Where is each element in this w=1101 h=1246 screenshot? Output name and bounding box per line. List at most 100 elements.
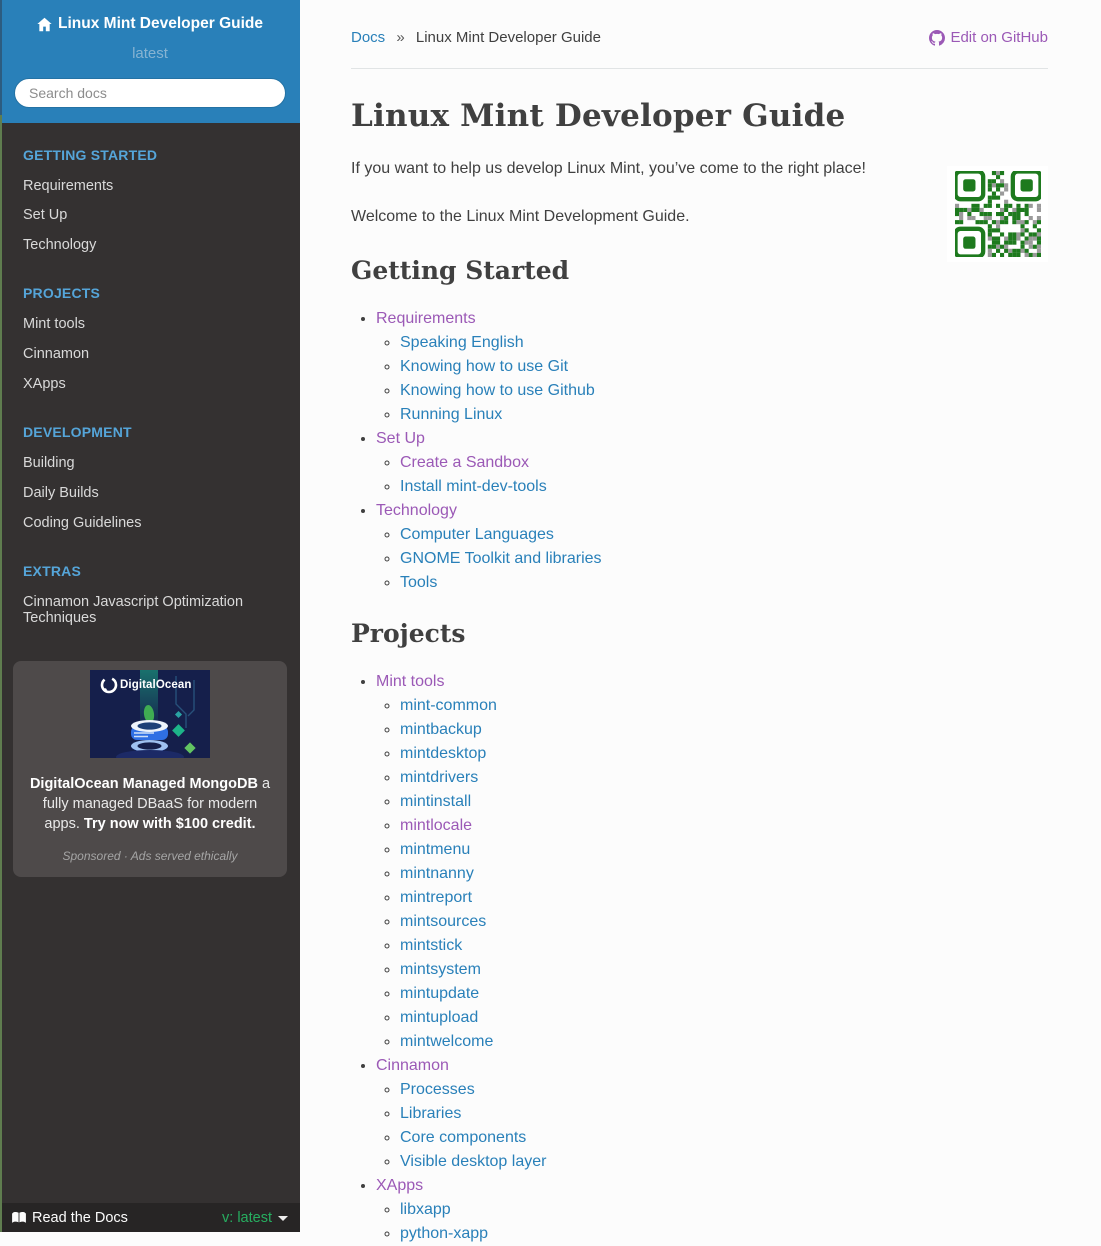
readthedocs-brand[interactable]: Read the Docs (12, 1210, 128, 1226)
digitalocean-logo-text: DigitalOcean (120, 678, 192, 691)
doc-link-mintsources[interactable]: mintsources (400, 913, 486, 930)
doc-link-running-linux[interactable]: Running Linux (400, 406, 502, 423)
ad-cta: Try now with $100 credit. (83, 815, 256, 832)
sidebar-item-cinnamon-javascript-optimization-techniques[interactable]: Cinnamon Javascript Optimization Techniq… (0, 588, 300, 634)
list-item: XApps libxapp python-xapp (376, 1174, 1048, 1246)
list-item: Libraries (400, 1102, 1048, 1126)
section-heading: Getting Started (351, 256, 570, 285)
doc-link-visible-desktop-layer[interactable]: Visible desktop layer (400, 1153, 546, 1170)
intro-paragraph-1: If you want to help us develop Linux Min… (351, 160, 866, 177)
sidebar-item-xapps[interactable]: XApps (0, 370, 300, 400)
doc-link-mint-common[interactable]: mint-common (400, 697, 497, 714)
sidebar-nav-item: XApps (0, 370, 300, 400)
list-item: Mint tools mint-common mintbackup mintdeskt… (376, 670, 1048, 1054)
list-item: Create a Sandbox (400, 451, 1048, 475)
doc-link-mintsystem[interactable]: mintsystem (400, 961, 481, 978)
doc-link-core-components[interactable]: Core components (400, 1129, 526, 1146)
section-heading: Projects (351, 619, 466, 648)
doc-link-technology[interactable]: Technology (376, 502, 457, 519)
version-label: latest (132, 44, 168, 62)
doc-link-mintmenu[interactable]: mintmenu (400, 841, 470, 858)
doc-link-mintreport[interactable]: mintreport (400, 889, 472, 906)
project-title-label: Linux Mint Developer Guide (58, 15, 263, 32)
version-switcher[interactable]: v: latest (222, 1210, 288, 1226)
list-item: mintbackup (400, 718, 1048, 742)
breadcrumb-docs-link[interactable]: Docs (351, 29, 385, 46)
doc-link-install-mint-dev-tools[interactable]: Install mint-dev-tools (400, 478, 547, 495)
page-title: Linux Mint Developer Guide (351, 98, 846, 134)
list-item: Core components (400, 1126, 1048, 1150)
main-content: Docs » Linux Mint Developer Guide Edit o… (300, 0, 1101, 1242)
doc-link-libraries[interactable]: Libraries (400, 1105, 461, 1122)
home-icon (37, 17, 52, 31)
list-item: mintupload (400, 1006, 1048, 1030)
doc-link-set-up[interactable]: Set Up (376, 430, 425, 447)
doc-link-mintinstall[interactable]: mintinstall (400, 793, 471, 810)
sidebar-nav-item: Mint tools (0, 310, 300, 340)
list-item: Set Up Create a Sandbox Install mint-dev-t… (376, 427, 1048, 499)
doc-link-xapps[interactable]: XApps (376, 1177, 423, 1194)
list-item: Cinnamon Processes Libraries Core component… (376, 1054, 1048, 1174)
sidebar-item-building[interactable]: Building (0, 449, 300, 479)
doc-link-gnome-toolkit-and-libraries[interactable]: GNOME Toolkit and libraries (400, 550, 602, 567)
doc-link-mintdesktop[interactable]: mintdesktop (400, 745, 486, 762)
sidebar-item-mint-tools[interactable]: Mint tools (0, 310, 300, 340)
sidebar-item-coding-guidelines[interactable]: Coding Guidelines (0, 509, 300, 539)
sidebar: Linux Mint Developer Guide latest GETTIN… (0, 0, 300, 1232)
doc-link-mintwelcome[interactable]: mintwelcome (400, 1033, 493, 1050)
search-input[interactable] (14, 77, 286, 108)
book-icon (12, 1212, 26, 1223)
doc-link-speaking-english[interactable]: Speaking English (400, 334, 524, 351)
sidebar-nav-item: Set Up (0, 201, 300, 231)
sidebar-nav-item: Coding Guidelines (0, 509, 300, 539)
list-item: mint-common (400, 694, 1048, 718)
doc-link-mintupload[interactable]: mintupload (400, 1009, 478, 1026)
list-item: Computer Languages (400, 523, 1048, 547)
doc-link-mintstick[interactable]: mintstick (400, 937, 462, 954)
ad-image[interactable]: DigitalOcean (90, 669, 210, 758)
list-item: Requirements Speaking English Knowing how … (376, 307, 1048, 427)
sidebar-item-technology[interactable]: Technology (0, 231, 300, 261)
doc-link-tools[interactable]: Tools (400, 574, 437, 591)
list-item: Knowing how to use Git (400, 355, 1048, 379)
ad-text: DigitalOcean Managed MongoDB a fully man… (25, 774, 275, 834)
list-item: Tools (400, 571, 1048, 595)
ad-headline: DigitalOcean Managed MongoDB (29, 775, 258, 792)
sidebar-item-set-up[interactable]: Set Up (0, 201, 300, 231)
list-item: mintupdate (400, 982, 1048, 1006)
doc-link-mintlocale[interactable]: mintlocale (400, 817, 472, 834)
sidebar-item-daily-builds[interactable]: Daily Builds (0, 479, 300, 509)
doc-link-computer-languages[interactable]: Computer Languages (400, 526, 554, 543)
list-item: mintwelcome (400, 1030, 1048, 1054)
nav-section-caption: PROJECTS (23, 285, 101, 302)
nav-section-caption: EXTRAS (23, 562, 81, 579)
doc-link-mint-tools[interactable]: Mint tools (376, 673, 444, 690)
doc-link-knowing-how-to-use-github[interactable]: Knowing how to use Github (400, 382, 595, 399)
list-item: mintinstall (400, 790, 1048, 814)
github-icon (929, 29, 946, 46)
doc-link-processes[interactable]: Processes (400, 1081, 475, 1098)
ad-sponsor-note: Sponsored · Ads served ethically (62, 848, 238, 863)
doc-link-knowing-how-to-use-git[interactable]: Knowing how to use Git (400, 358, 568, 375)
doc-link-mintnanny[interactable]: mintnanny (400, 865, 474, 882)
project-home-link[interactable]: Linux Mint Developer Guide (37, 15, 263, 33)
sidebar-header: Linux Mint Developer Guide latest (0, 0, 300, 123)
doc-link-create-a-sandbox[interactable]: Create a Sandbox (400, 454, 529, 471)
doc-link-mintupdate[interactable]: mintupdate (400, 985, 479, 1002)
doc-link-mintbackup[interactable]: mintbackup (400, 721, 482, 738)
breadcrumb-current: Linux Mint Developer Guide (415, 29, 601, 46)
list-item: Technology Computer Languages GNOME Toolki… (376, 499, 1048, 595)
doc-link-python-xapp[interactable]: python-xapp (400, 1225, 488, 1242)
list-item: mintmenu (400, 838, 1048, 862)
edit-on-github-link[interactable]: Edit on GitHub (929, 29, 1048, 46)
doc-link-libxapp[interactable]: libxapp (400, 1201, 451, 1218)
doc-link-requirements[interactable]: Requirements (376, 310, 476, 327)
doc-link-mintdrivers[interactable]: mintdrivers (400, 769, 478, 786)
list-item: python-xapp (400, 1222, 1048, 1246)
sidebar-item-cinnamon[interactable]: Cinnamon (0, 340, 300, 370)
ad-card[interactable]: DigitalOcean DigitalOcean Managed MongoD… (13, 660, 287, 877)
doc-link-cinnamon[interactable]: Cinnamon (376, 1057, 449, 1074)
sidebar-nav-item: Technology (0, 231, 300, 261)
sidebar-item-requirements[interactable]: Requirements (0, 172, 300, 202)
list-item: Processes (400, 1078, 1048, 1102)
